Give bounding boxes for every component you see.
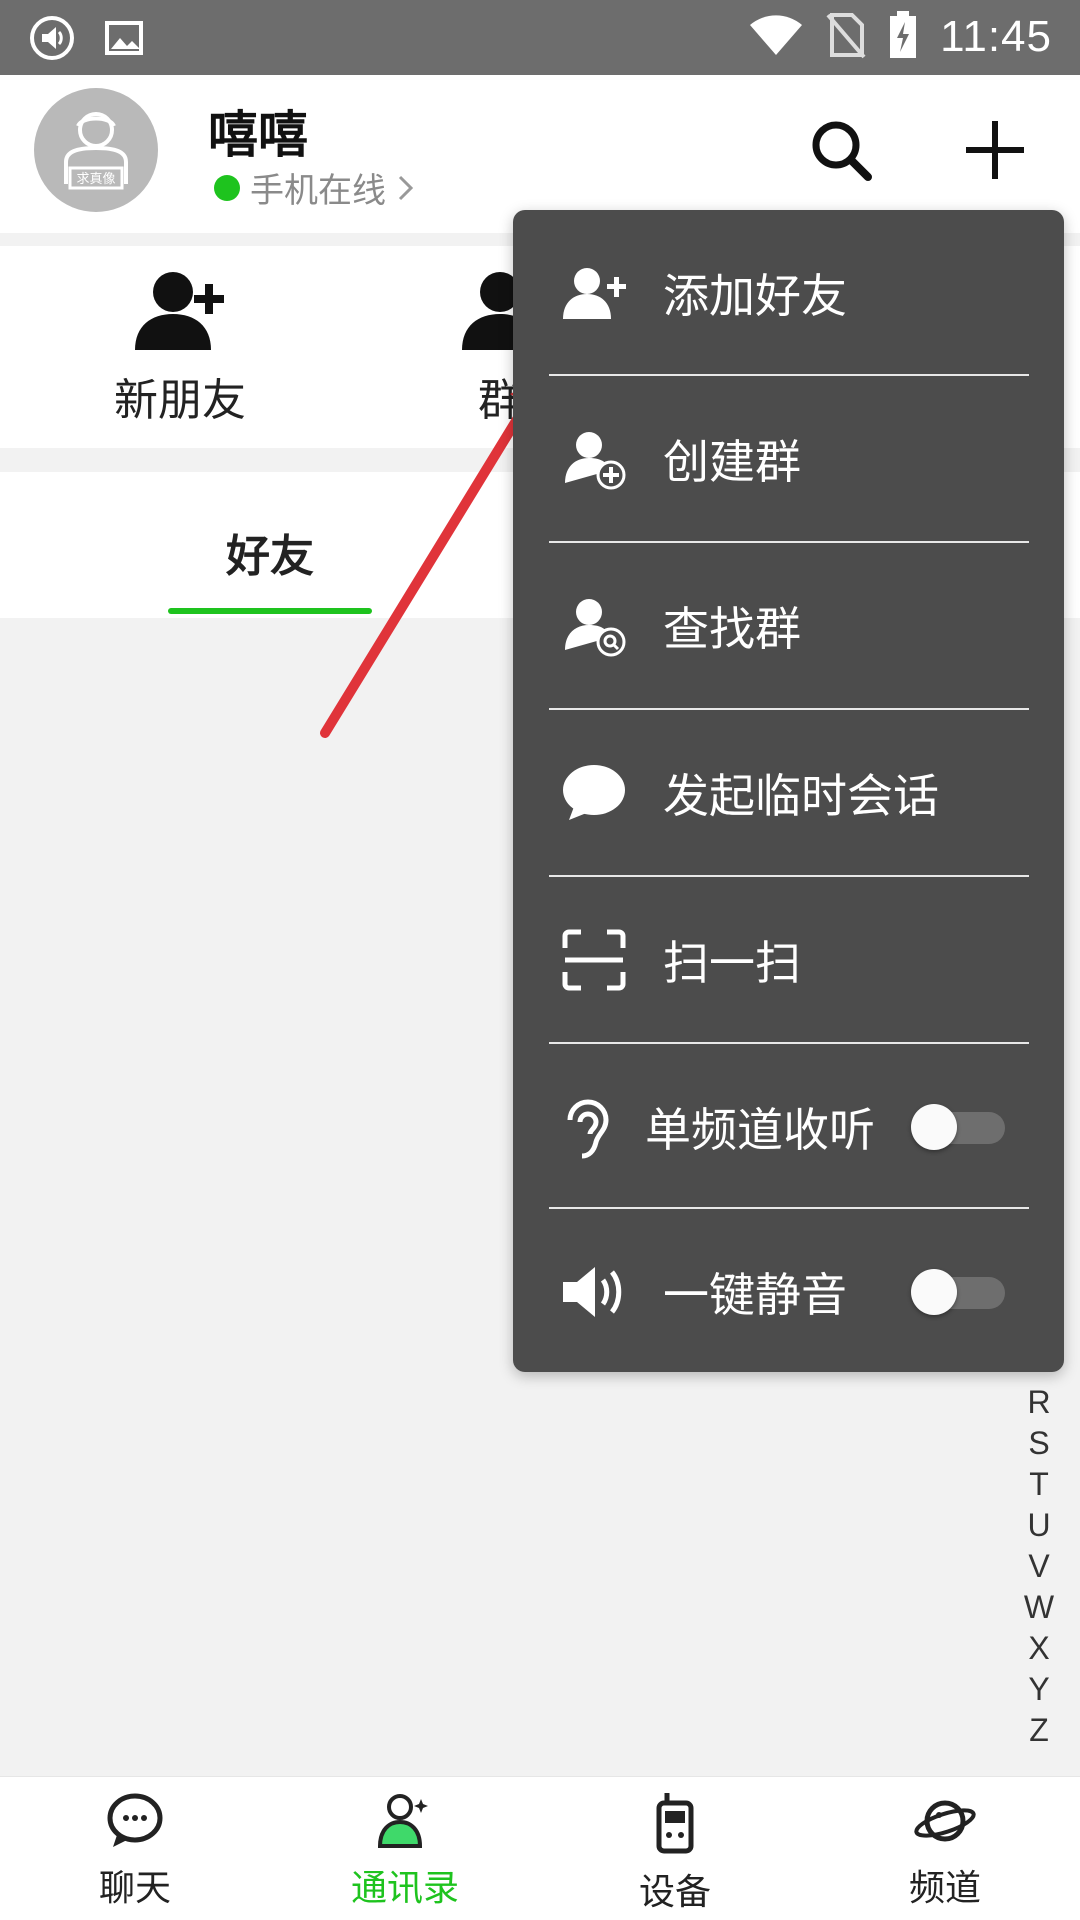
nav-devices[interactable]: 设备	[585, 1791, 765, 1915]
menu-label-mute-all: 一键静音	[663, 1268, 847, 1322]
add-button[interactable]	[960, 115, 1030, 185]
avatar[interactable]: 求真像	[34, 88, 158, 212]
menu-item-single-channel[interactable]: 单频道收听	[513, 1044, 1064, 1210]
avatar-placeholder-icon: 求真像	[64, 112, 128, 190]
menu-label-find-group: 查找群	[663, 602, 801, 656]
add-friend-icon	[559, 258, 629, 328]
chevron-right-icon	[398, 175, 414, 200]
toggle-knob	[911, 1269, 957, 1315]
menu-label-scan: 扫一扫	[663, 936, 801, 990]
online-status[interactable]: 手机在线	[214, 163, 416, 212]
create-group-icon	[559, 424, 629, 494]
mute-all-toggle[interactable]	[911, 1269, 1007, 1315]
alphabet-letter[interactable]: S	[1028, 1423, 1049, 1464]
battery-charging-icon	[888, 10, 918, 64]
find-group-icon	[559, 591, 629, 661]
toggle-knob	[911, 1104, 957, 1150]
menu-item-add-friend[interactable]: 添加好友	[513, 210, 1064, 376]
menu-item-mute-all[interactable]: 一键静音	[513, 1209, 1064, 1375]
ear-icon	[553, 1092, 623, 1162]
speaker-icon	[559, 1257, 629, 1327]
new-friends-label: 新朋友	[114, 375, 246, 426]
nav-label-chat: 聊天	[98, 1868, 171, 1909]
alphabet-letter[interactable]: T	[1029, 1464, 1049, 1505]
wifi-icon	[748, 13, 804, 61]
menu-label-add-friend: 添加好友	[663, 269, 847, 323]
online-status-text: 手机在线	[250, 171, 386, 211]
search-button[interactable]	[806, 115, 876, 185]
plus-icon	[966, 121, 1024, 179]
menu-item-temp-chat[interactable]: 发起临时会话	[513, 710, 1064, 876]
menu-item-find-group[interactable]: 查找群	[513, 543, 1064, 709]
menu-label-create-group: 创建群	[663, 435, 801, 489]
alphabet-letter[interactable]: W	[1024, 1587, 1054, 1628]
status-time: 11:45	[940, 12, 1052, 61]
menu-item-create-group[interactable]: 创建群	[513, 376, 1064, 542]
nav-label-devices: 设备	[638, 1872, 711, 1913]
alphabet-letter[interactable]: Z	[1029, 1710, 1049, 1751]
nav-chat[interactable]: 聊天	[45, 1791, 225, 1911]
add-user-icon	[135, 272, 224, 350]
username: 嘻嘻	[208, 106, 308, 164]
contacts-icon	[377, 1794, 428, 1848]
menu-label-temp-chat: 发起临时会话	[663, 769, 939, 823]
nav-label-channels: 频道	[908, 1868, 981, 1909]
single-channel-toggle[interactable]	[911, 1104, 1007, 1150]
alphabet-letter[interactable]: V	[1028, 1546, 1049, 1587]
search-icon	[812, 121, 872, 181]
no-sim-icon	[826, 11, 866, 63]
alphabet-letter[interactable]: Y	[1028, 1669, 1049, 1710]
menu-label-single-channel: 单频道收听	[645, 1103, 875, 1157]
alphabet-letter[interactable]: R	[1027, 1382, 1050, 1423]
chat-bubble-icon	[559, 758, 629, 828]
online-dot	[214, 174, 240, 201]
alphabet-letter[interactable]: X	[1028, 1628, 1049, 1669]
avatar-text: 求真像	[76, 172, 115, 187]
tab-friends[interactable]: 好友	[226, 520, 314, 584]
nav-channels[interactable]: 频道	[855, 1791, 1035, 1911]
bottom-navigation: 聊天 通讯录 设备 频道	[0, 1776, 1080, 1920]
menu-item-scan[interactable]: 扫一扫	[513, 877, 1064, 1043]
nav-label-contacts: 通讯录	[350, 1868, 459, 1909]
alphabet-index[interactable]: RSTUVWXYZ	[1024, 1382, 1054, 1751]
alphabet-letter[interactable]: U	[1027, 1505, 1050, 1546]
status-bar: 11:45	[0, 0, 1080, 75]
image-notification-icon	[104, 18, 144, 62]
planet-icon	[914, 1800, 976, 1842]
new-friends-button[interactable]: 新朋友	[80, 264, 280, 428]
nav-contacts[interactable]: 通讯录	[315, 1791, 495, 1911]
walkie-talkie-icon	[656, 1793, 694, 1854]
add-menu-popup: 添加好友 创建群 查找群 发起临时会话 扫一扫 单频道收听 一键静音	[513, 210, 1064, 1372]
chat-icon	[107, 1793, 163, 1847]
sound-notification-icon	[28, 14, 76, 66]
tab-active-indicator	[168, 608, 372, 614]
scan-icon	[559, 925, 629, 995]
